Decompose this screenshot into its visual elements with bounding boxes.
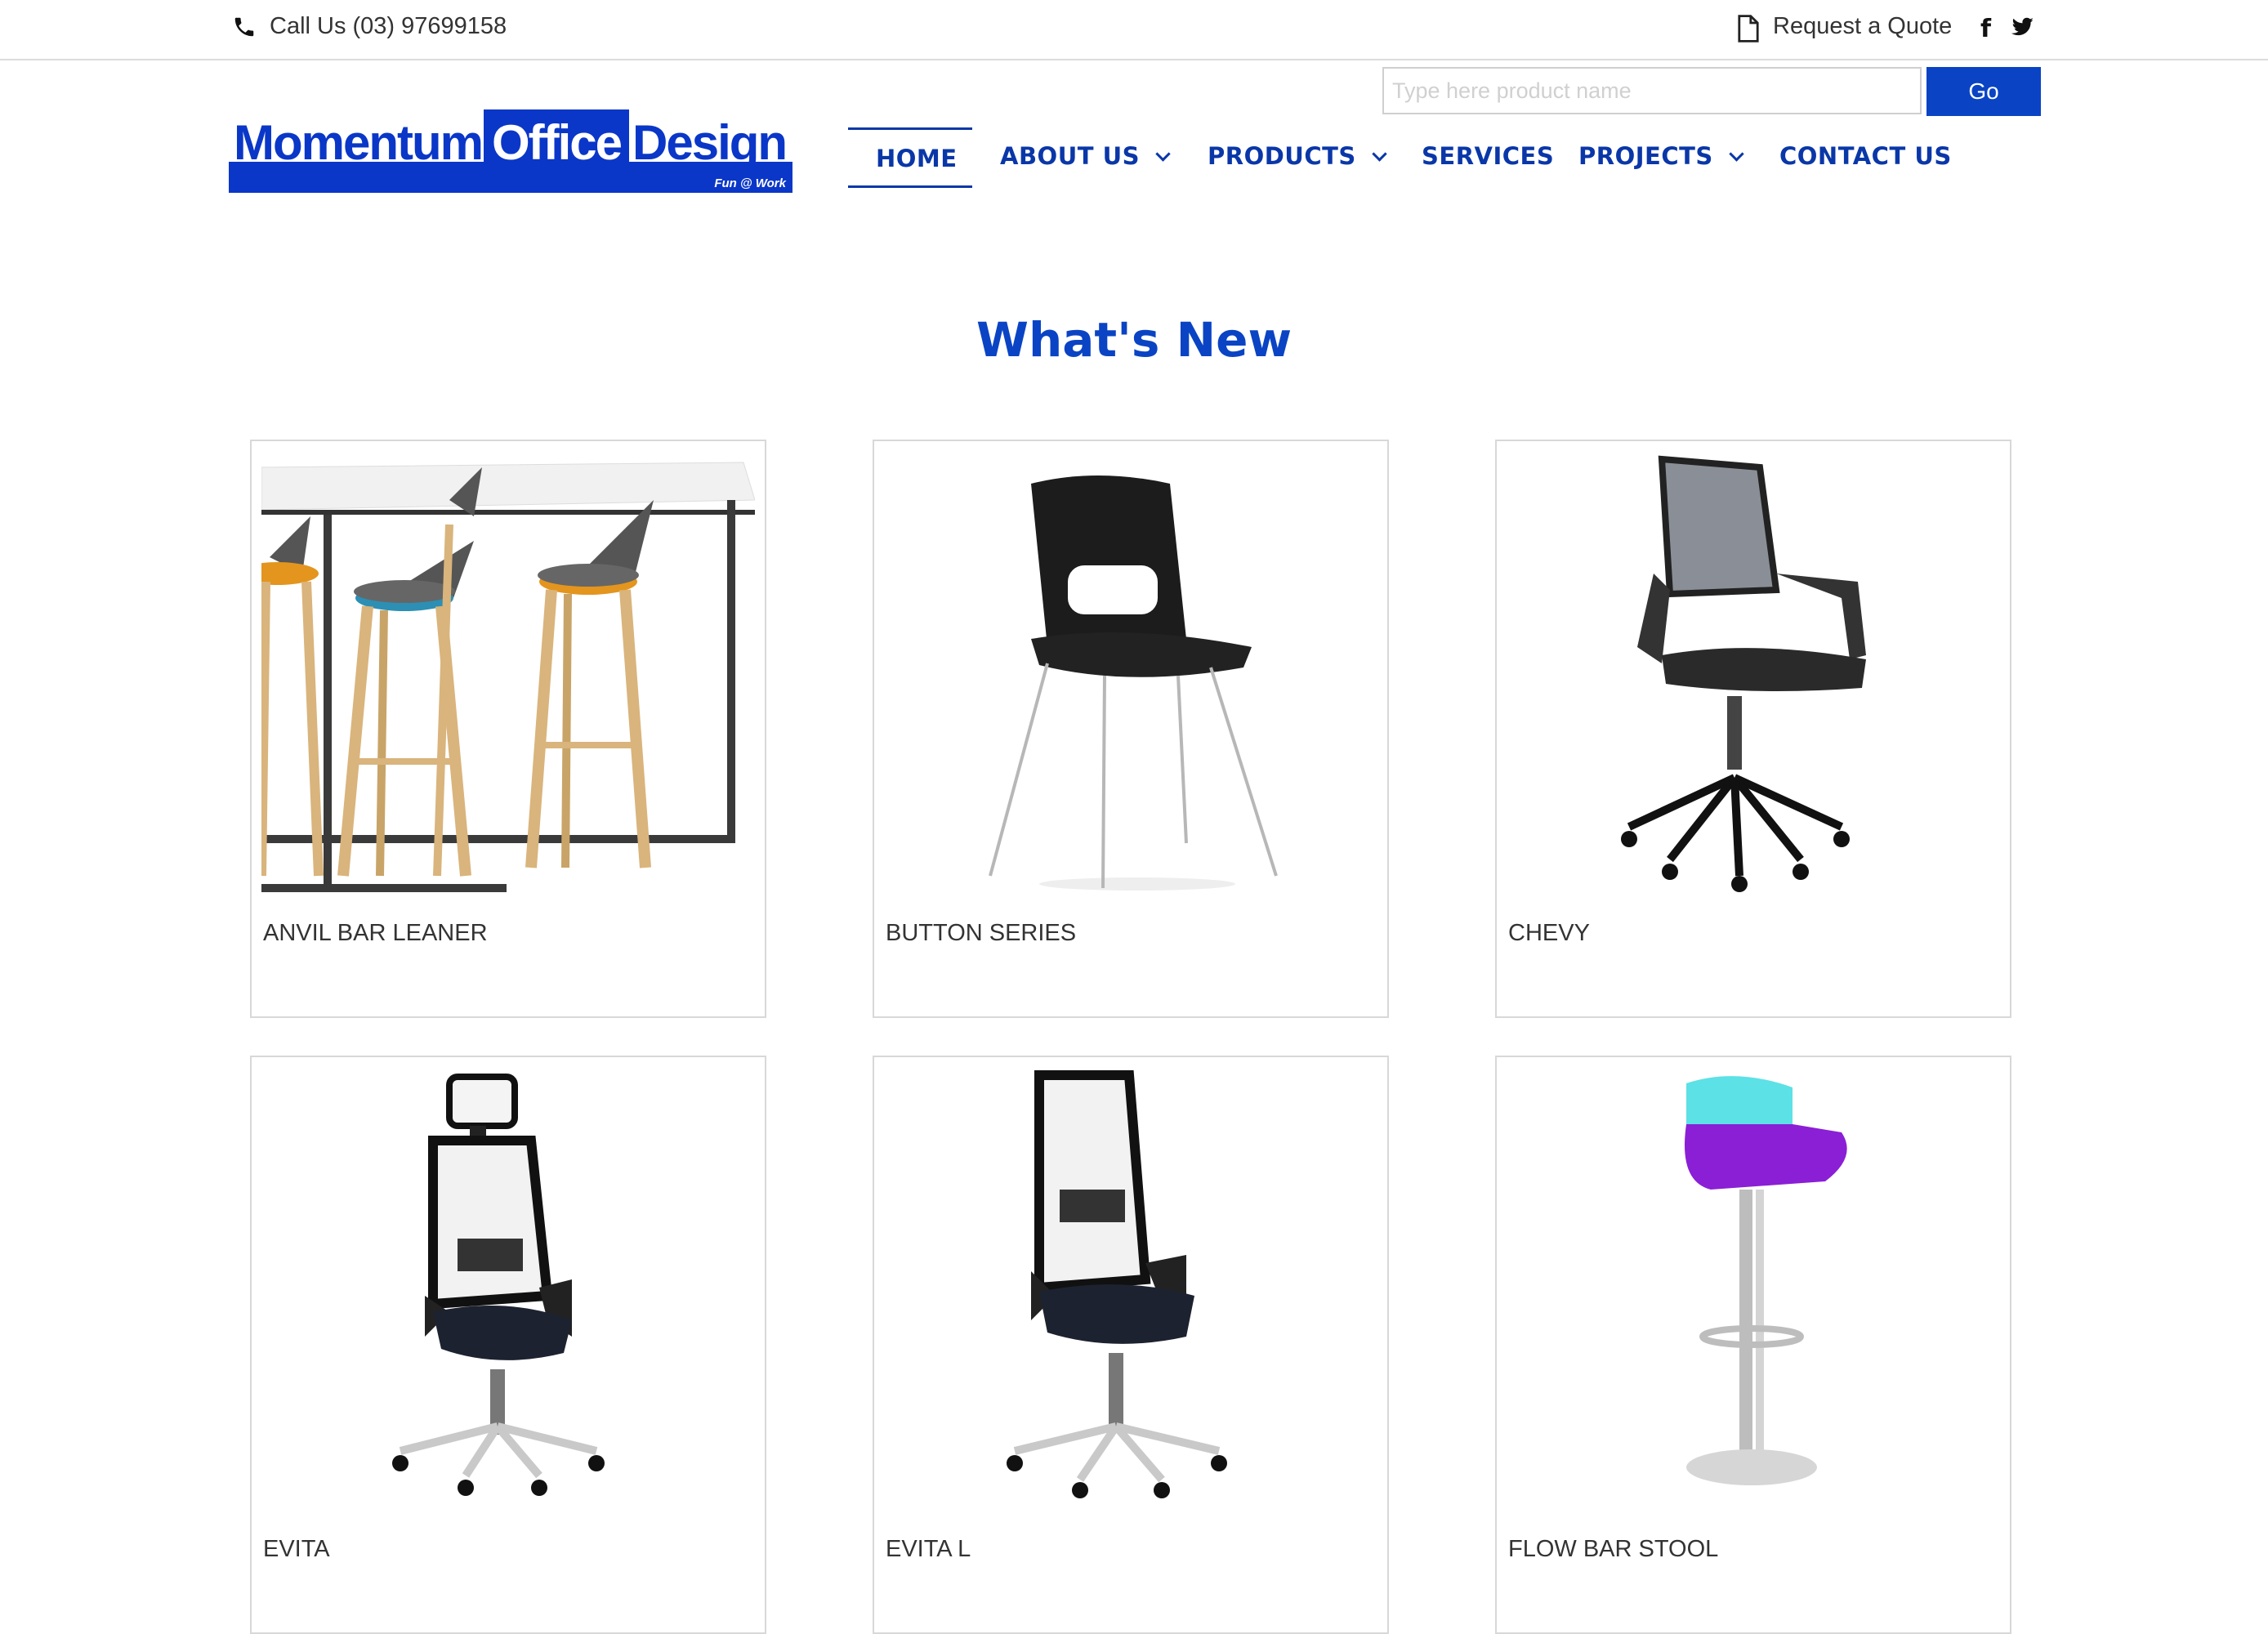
section-title: What's New bbox=[976, 312, 1292, 368]
product-image-chevy[interactable] bbox=[1507, 451, 2000, 892]
nav-projects[interactable]: PROJECTS bbox=[1578, 142, 1744, 170]
document-icon bbox=[1738, 15, 1759, 42]
search-go-button[interactable]: Go bbox=[1926, 67, 2041, 116]
nav-about-label: ABOUT US bbox=[1000, 142, 1141, 170]
product-card[interactable]: CHEVY bbox=[1495, 440, 2011, 1018]
product-card[interactable]: FLOW BAR STOOL bbox=[1495, 1056, 2011, 1634]
product-image-anvil-bar-leaner[interactable] bbox=[261, 451, 755, 892]
product-name[interactable]: ANVIL BAR LEANER bbox=[263, 920, 488, 947]
company-logo[interactable]: Momentum Office Design Fun @ Work bbox=[229, 109, 792, 193]
product-name[interactable]: CHEVY bbox=[1508, 920, 1590, 947]
chevron-down-icon bbox=[1372, 146, 1387, 162]
product-card[interactable]: ANVIL BAR LEANER bbox=[250, 440, 766, 1018]
nav-about-us[interactable]: ABOUT US bbox=[1000, 142, 1171, 170]
nav-home[interactable]: HOME bbox=[848, 127, 972, 188]
chevron-down-icon bbox=[1155, 146, 1171, 162]
product-card[interactable]: BUTTON SERIES bbox=[873, 440, 1389, 1018]
call-us-link[interactable]: Call Us (03) 97699158 bbox=[270, 13, 507, 40]
nav-products[interactable]: PRODUCTS bbox=[1208, 142, 1387, 170]
product-image-flow-bar-stool[interactable] bbox=[1507, 1067, 2000, 1508]
nav-contact-us[interactable]: CONTACT US bbox=[1779, 142, 1952, 170]
logo-word-momentum: Momentum bbox=[234, 115, 484, 170]
product-image-evita-l[interactable] bbox=[884, 1067, 1377, 1508]
phone-icon bbox=[234, 17, 254, 37]
twitter-icon[interactable] bbox=[2011, 16, 2034, 38]
product-name[interactable]: FLOW BAR STOOL bbox=[1508, 1536, 1718, 1563]
nav-products-label: PRODUCTS bbox=[1208, 142, 1356, 170]
product-image-button-series[interactable] bbox=[884, 451, 1377, 892]
chevron-down-icon bbox=[1729, 146, 1744, 162]
nav-contact-label: CONTACT US bbox=[1779, 142, 1952, 170]
request-quote-link[interactable]: Request a Quote bbox=[1773, 13, 1952, 40]
product-name[interactable]: BUTTON SERIES bbox=[886, 920, 1076, 947]
product-card[interactable]: EVITA L bbox=[873, 1056, 1389, 1634]
facebook-icon[interactable]: f bbox=[1980, 15, 1991, 43]
product-search-input[interactable] bbox=[1382, 67, 1922, 114]
logo-word-office: Office bbox=[492, 115, 623, 170]
product-name[interactable]: EVITA bbox=[263, 1536, 330, 1563]
logo-tagline: Fun @ Work bbox=[714, 176, 786, 190]
product-card[interactable]: EVITA bbox=[250, 1056, 766, 1634]
nav-services-label: SERVICES bbox=[1422, 142, 1555, 170]
product-image-evita[interactable] bbox=[261, 1067, 755, 1508]
nav-projects-label: PROJECTS bbox=[1578, 142, 1713, 170]
logo-word-design: Design bbox=[632, 115, 788, 170]
product-name[interactable]: EVITA L bbox=[886, 1536, 971, 1563]
nav-services[interactable]: SERVICES bbox=[1422, 142, 1554, 170]
nav-home-label: HOME bbox=[876, 145, 958, 172]
